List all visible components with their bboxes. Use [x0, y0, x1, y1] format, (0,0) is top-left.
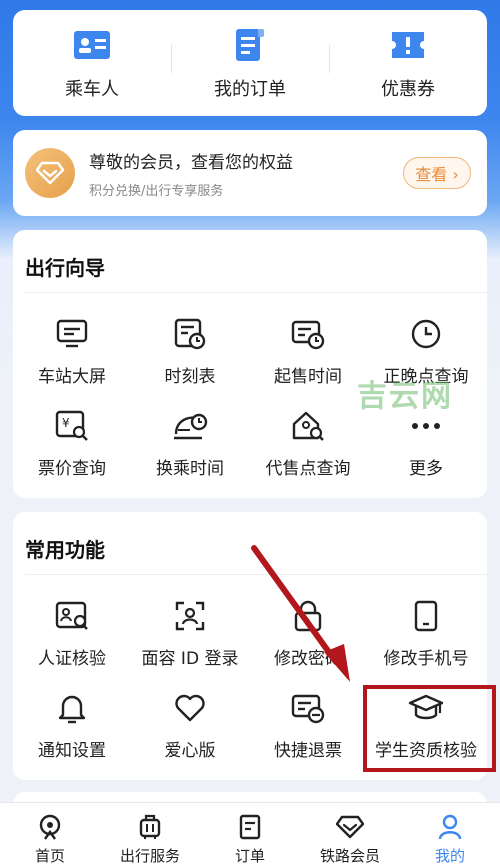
- station-screen-icon: [54, 316, 90, 352]
- agency-search-item[interactable]: 代售点查询: [249, 408, 367, 479]
- id-verify-label: 人证核验: [38, 649, 106, 669]
- nav-profile-label: 我的: [434, 847, 465, 865]
- timetable-icon: [172, 316, 208, 352]
- station-screen-item[interactable]: 车站大屏: [13, 316, 131, 387]
- more-label: 更多: [409, 459, 443, 479]
- home-icon: [36, 813, 64, 841]
- care-mode-label: 爱心版: [164, 741, 216, 761]
- transfer-time-label: 换乘时间: [156, 459, 224, 479]
- phone-icon: [408, 598, 444, 634]
- agency-search-icon: [290, 408, 326, 444]
- nav-railway-member[interactable]: 铁路会员: [300, 803, 400, 866]
- top-shortcuts-card: 乘车人 我的订单 优惠券: [13, 10, 487, 116]
- passenger-shortcut[interactable]: 乘车人: [13, 25, 171, 101]
- luggage-icon: [136, 813, 164, 841]
- profile-icon: [436, 813, 464, 841]
- change-phone-item[interactable]: 修改手机号: [367, 598, 485, 669]
- agency-search-label: 代售点查询: [265, 459, 351, 479]
- timetable-label: 时刻表: [164, 367, 216, 387]
- sale-time-label: 起售时间: [274, 367, 342, 387]
- timetable-item[interactable]: 时刻表: [131, 316, 249, 387]
- fare-search-label: 票价查询: [38, 459, 106, 479]
- face-id-login-label: 面容 ID 登录: [141, 649, 239, 669]
- passenger-label: 乘车人: [65, 79, 119, 100]
- sale-time-icon: [290, 316, 326, 352]
- nav-railway-member-label: 铁路会员: [319, 847, 380, 865]
- face-id-icon: [172, 598, 208, 634]
- more-item[interactable]: 更多: [367, 408, 485, 479]
- change-phone-label: 修改手机号: [383, 649, 469, 669]
- orders-doc-icon: [230, 25, 270, 65]
- annotation-highlight-box: [363, 685, 496, 772]
- view-benefits-button[interactable]: 查看 ›: [403, 157, 471, 189]
- nav-home-label: 首页: [34, 847, 65, 865]
- notification-settings-label: 通知设置: [38, 741, 106, 761]
- heart-icon: [172, 690, 208, 726]
- watermark-text: 吉云网: [357, 379, 453, 414]
- passenger-card-icon: [72, 25, 112, 65]
- member-diamond-icon: [25, 148, 75, 198]
- clock-icon: [408, 316, 444, 352]
- order-icon: [236, 813, 264, 841]
- my-orders-shortcut[interactable]: 我的订单: [171, 25, 329, 101]
- annotation-arrow: [251, 545, 350, 682]
- common-functions-title: 常用功能: [25, 538, 105, 562]
- nav-orders-label: 订单: [234, 847, 265, 865]
- nav-profile[interactable]: 我的: [400, 803, 500, 866]
- fare-search-icon: ¥: [54, 408, 90, 444]
- quick-refund-item[interactable]: 快捷退票: [249, 690, 367, 761]
- my-orders-label: 我的订单: [214, 79, 286, 100]
- coupon-icon: [388, 25, 428, 65]
- face-id-login-item[interactable]: 面容 ID 登录: [131, 598, 249, 669]
- nav-travel-service-label: 出行服务: [119, 847, 180, 865]
- diamond-icon: [336, 813, 364, 841]
- coupon-shortcut[interactable]: 优惠券: [329, 25, 487, 101]
- svg-text:¥: ¥: [62, 416, 70, 430]
- id-verify-item[interactable]: 人证核验: [13, 598, 131, 669]
- care-mode-item[interactable]: 爱心版: [131, 690, 249, 761]
- travel-guide-title: 出行向导: [25, 256, 105, 280]
- refund-ticket-icon: [290, 690, 326, 726]
- nav-orders[interactable]: 订单: [200, 803, 300, 866]
- quick-refund-label: 快捷退票: [274, 741, 342, 761]
- travel-guide-card: 出行向导 车站大屏 时刻表 起售时间 正晚点查询 ¥ 票价查询 换乘时间 代售点…: [13, 230, 487, 498]
- coupon-label: 优惠券: [381, 79, 435, 100]
- transfer-time-icon: [172, 408, 208, 444]
- fare-search-item[interactable]: ¥ 票价查询: [13, 408, 131, 479]
- transfer-time-item[interactable]: 换乘时间: [131, 408, 249, 479]
- bottom-nav: 首页 出行服务 订单 铁路会员 我的: [0, 802, 500, 866]
- notification-settings-item[interactable]: 通知设置: [13, 690, 131, 761]
- id-verify-icon: [54, 598, 90, 634]
- station-screen-label: 车站大屏: [38, 367, 106, 387]
- member-benefits-card[interactable]: 尊敬的会员，查看您的权益 积分兑换/出行专享服务 查看 ›: [13, 130, 487, 216]
- nav-home[interactable]: 首页: [0, 803, 100, 866]
- section-divider: [25, 292, 487, 293]
- nav-travel-service[interactable]: 出行服务: [100, 803, 200, 866]
- sale-time-item[interactable]: 起售时间: [249, 316, 367, 387]
- bell-icon: [54, 690, 90, 726]
